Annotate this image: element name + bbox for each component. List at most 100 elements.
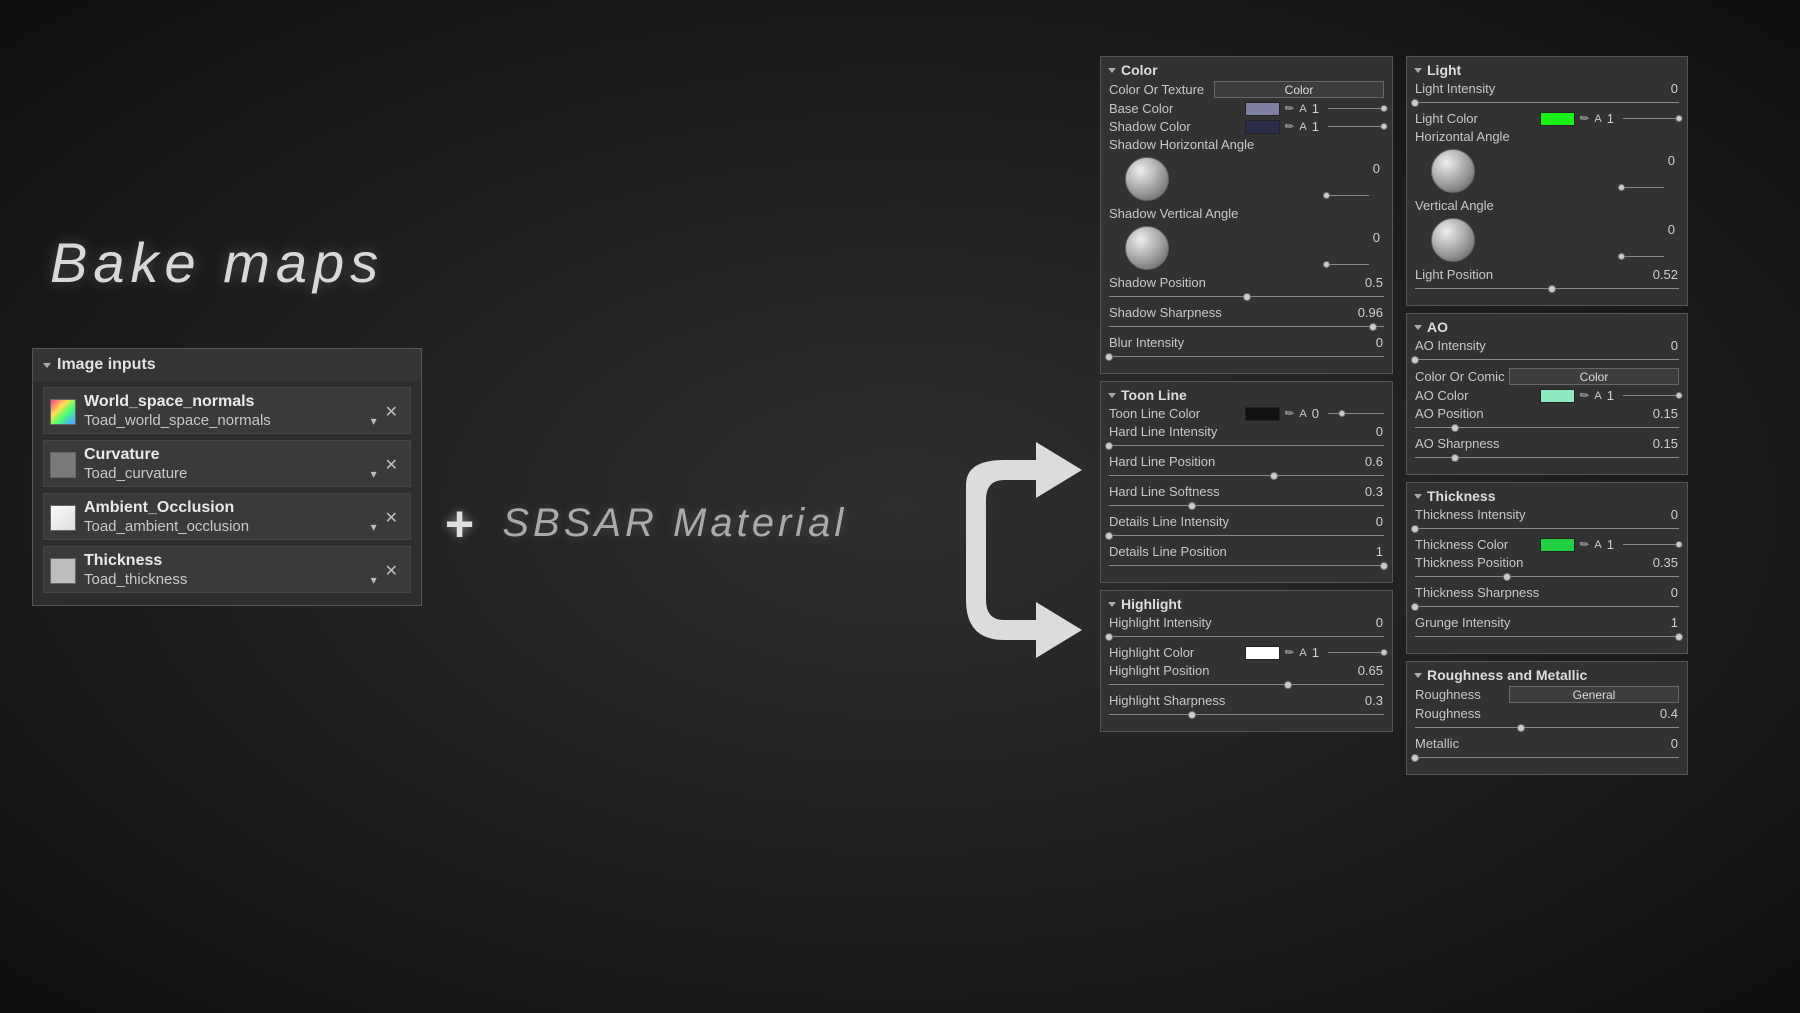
alpha-label: A	[1299, 647, 1306, 659]
panel-header[interactable]: Highlight	[1108, 596, 1384, 612]
slider[interactable]	[1109, 531, 1384, 541]
prop-value: 0	[1373, 230, 1380, 245]
properties-column-a: Color Color Or Texture ColorBase Color ✎…	[1100, 56, 1393, 739]
slider[interactable]	[1415, 98, 1679, 108]
panel-title: Roughness and Metallic	[1427, 667, 1587, 683]
slider[interactable]	[1415, 423, 1679, 433]
prop-label: Highlight Color	[1109, 645, 1194, 660]
slider[interactable]	[1109, 292, 1384, 302]
panel-color: Color Color Or Texture ColorBase Color ✎…	[1100, 56, 1393, 374]
slider[interactable]	[1415, 753, 1679, 763]
chevron-down-icon[interactable]: ▾	[369, 411, 379, 431]
panel-header[interactable]: Light	[1414, 62, 1679, 78]
close-icon[interactable]: ✕	[381, 402, 402, 422]
slider[interactable]	[1415, 632, 1679, 642]
image-input-row[interactable]: World_space_normals Toad_world_space_nor…	[43, 387, 411, 434]
angle-dial[interactable]	[1431, 218, 1475, 262]
slider[interactable]	[1109, 352, 1384, 362]
slider[interactable]	[1109, 441, 1384, 451]
panel-header[interactable]: Toon Line	[1108, 387, 1384, 403]
slider[interactable]	[1109, 680, 1384, 690]
slider[interactable]	[1415, 284, 1679, 294]
slider[interactable]	[1109, 632, 1384, 642]
chevron-down-icon[interactable]: ▾	[369, 517, 379, 537]
dial-slider[interactable]	[1618, 175, 1664, 193]
image-inputs-header[interactable]: Image inputs	[33, 349, 421, 381]
prop-label: Base Color	[1109, 101, 1173, 116]
alpha-value: 1	[1607, 388, 1615, 403]
alpha-slider[interactable]: 1	[1312, 119, 1384, 134]
prop-label: Shadow Vertical Angle	[1109, 206, 1238, 221]
chevron-down-icon	[1414, 673, 1422, 678]
close-icon[interactable]: ✕	[381, 508, 402, 528]
slider[interactable]	[1415, 723, 1679, 733]
dropdown-button[interactable]: Color	[1509, 368, 1679, 385]
color-swatch[interactable]	[1245, 120, 1280, 134]
angle-dial[interactable]	[1431, 149, 1475, 193]
chevron-down-icon[interactable]: ▾	[369, 570, 379, 590]
prop-value: 0	[1376, 424, 1384, 439]
close-icon[interactable]: ✕	[381, 561, 402, 581]
eyedropper-icon[interactable]: ✎	[1282, 101, 1297, 117]
eyedropper-icon[interactable]: ✎	[1282, 406, 1297, 422]
slider[interactable]	[1109, 561, 1384, 571]
eyedropper-icon[interactable]: ✎	[1577, 388, 1592, 404]
panel-header[interactable]: Roughness and Metallic	[1414, 667, 1679, 683]
page-title: Bake maps	[50, 230, 384, 295]
dropdown-button[interactable]: Color	[1214, 81, 1384, 98]
alpha-slider[interactable]: 1	[1312, 645, 1384, 660]
prop-label: Thickness Color	[1415, 537, 1508, 552]
prop-value: 0	[1376, 615, 1384, 630]
slider[interactable]	[1415, 453, 1679, 463]
panel-header[interactable]: AO	[1414, 319, 1679, 335]
image-input-row[interactable]: Thickness Toad_thickness ▾ ✕	[43, 546, 411, 593]
slider[interactable]	[1415, 572, 1679, 582]
image-input-row[interactable]: Curvature Toad_curvature ▾ ✕	[43, 440, 411, 487]
prop-label: Roughness	[1415, 706, 1481, 721]
image-input-row[interactable]: Ambient_Occlusion Toad_ambient_occlusion…	[43, 493, 411, 540]
alpha-slider[interactable]: 1	[1607, 388, 1679, 403]
slider[interactable]	[1109, 471, 1384, 481]
alpha-slider[interactable]: 1	[1607, 111, 1679, 126]
color-swatch[interactable]	[1245, 407, 1280, 421]
map-source: Toad_world_space_normals	[84, 411, 271, 431]
alpha-slider[interactable]: 1	[1607, 537, 1679, 552]
prop-label: Shadow Position	[1109, 275, 1206, 290]
angle-dial[interactable]	[1125, 226, 1169, 270]
panel-header[interactable]: Thickness	[1414, 488, 1679, 504]
eyedropper-icon[interactable]: ✎	[1577, 537, 1592, 553]
dial-slider[interactable]	[1618, 244, 1664, 262]
branch-arrow-icon	[944, 440, 1084, 660]
slider[interactable]	[1415, 602, 1679, 612]
dropdown-button[interactable]: General	[1509, 686, 1679, 703]
chevron-down-icon	[1108, 602, 1116, 607]
slider[interactable]	[1109, 710, 1384, 720]
dial-slider[interactable]	[1323, 252, 1369, 270]
alpha-slider[interactable]: 1	[1312, 101, 1384, 116]
color-swatch[interactable]	[1245, 646, 1280, 660]
prop-label: Shadow Horizontal Angle	[1109, 137, 1254, 152]
angle-dial[interactable]	[1125, 157, 1169, 201]
alpha-slider[interactable]: 0	[1312, 406, 1384, 421]
color-swatch[interactable]	[1540, 538, 1575, 552]
prop-label: Shadow Sharpness	[1109, 305, 1222, 320]
chevron-down-icon[interactable]: ▾	[369, 464, 379, 484]
dial-slider[interactable]	[1323, 183, 1369, 201]
eyedropper-icon[interactable]: ✎	[1577, 111, 1592, 127]
panel-roughness-and-metallic: Roughness and Metallic Roughness General…	[1406, 661, 1688, 775]
color-swatch[interactable]	[1540, 112, 1575, 126]
prop-label: Highlight Position	[1109, 663, 1209, 678]
eyedropper-icon[interactable]: ✎	[1282, 645, 1297, 661]
color-swatch[interactable]	[1245, 102, 1280, 116]
color-swatch[interactable]	[1540, 389, 1575, 403]
close-icon[interactable]: ✕	[381, 455, 402, 475]
slider[interactable]	[1415, 524, 1679, 534]
image-inputs-title: Image inputs	[57, 356, 156, 374]
slider[interactable]	[1109, 501, 1384, 511]
alpha-value: 1	[1607, 111, 1615, 126]
slider[interactable]	[1109, 322, 1384, 332]
prop-value: 0	[1376, 335, 1384, 350]
panel-header[interactable]: Color	[1108, 62, 1384, 78]
eyedropper-icon[interactable]: ✎	[1282, 119, 1297, 135]
slider[interactable]	[1415, 355, 1679, 365]
